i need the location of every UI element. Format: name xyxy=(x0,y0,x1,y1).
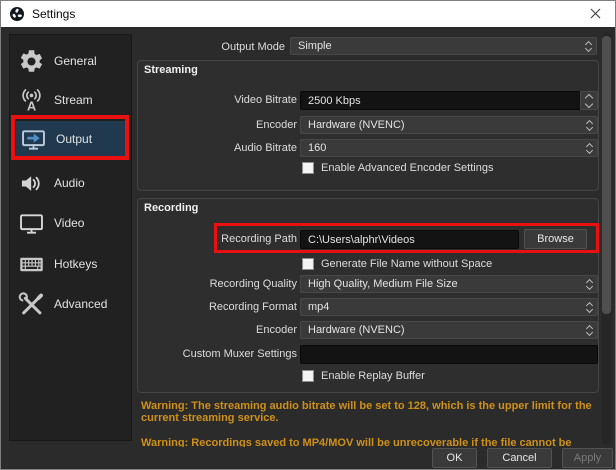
output-mode-dropdown[interactable]: Simple xyxy=(290,37,597,55)
chevron-updown-icon xyxy=(581,276,597,292)
streaming-group-title: Streaming xyxy=(144,64,198,76)
advanced-encoder-checkbox-label: Enable Advanced Encoder Settings xyxy=(321,162,493,174)
video-bitrate-label: Video Bitrate xyxy=(138,94,297,106)
sidebar-item-output[interactable]: Output xyxy=(16,121,129,157)
recording-format-dropdown[interactable]: mp4 xyxy=(300,298,598,316)
warnings-area: Warning: The streaming audio bitrate wil… xyxy=(141,400,599,447)
apply-button[interactable]: Apply xyxy=(562,448,613,468)
speaker-icon xyxy=(18,170,45,197)
scrollbar-thumb[interactable] xyxy=(602,36,611,314)
sidebar-item-advanced[interactable]: Advanced xyxy=(14,286,127,322)
sidebar: General A Stream Output Audio xyxy=(9,34,132,441)
stream-encoder-value: Hardware (NVENC) xyxy=(301,119,581,131)
audio-bitrate-dropdown[interactable]: 160 xyxy=(300,139,598,157)
scrollbar-track[interactable] xyxy=(602,32,611,445)
recording-group-title: Recording xyxy=(144,202,198,214)
video-bitrate-spinner[interactable] xyxy=(580,91,598,110)
chevron-updown-icon xyxy=(580,38,596,54)
sidebar-item-label: Output xyxy=(56,132,92,146)
chevron-updown-icon xyxy=(581,322,597,338)
chevron-updown-icon xyxy=(581,117,597,133)
streaming-group: Streaming Video Bitrate 2500 Kbps Encode… xyxy=(137,60,599,191)
settings-window: Settings General A Stream xyxy=(0,0,616,470)
output-mode-value: Simple xyxy=(291,40,580,52)
broadcast-antenna-icon: A xyxy=(18,87,45,114)
ok-button[interactable]: OK xyxy=(432,448,477,468)
window-title: Settings xyxy=(32,7,75,21)
warning-audio-bitrate: Warning: The streaming audio bitrate wil… xyxy=(141,400,599,424)
close-button[interactable] xyxy=(579,1,611,26)
obs-logo-icon xyxy=(9,6,25,22)
replay-buffer-checkbox-label: Enable Replay Buffer xyxy=(321,370,425,382)
advanced-encoder-checkbox[interactable] xyxy=(302,162,314,174)
gear-icon xyxy=(18,48,45,75)
sidebar-item-video[interactable]: Video xyxy=(14,205,127,241)
sidebar-item-audio[interactable]: Audio xyxy=(14,165,127,201)
monitor-icon xyxy=(18,210,45,237)
output-mode-label: Output Mode xyxy=(151,41,285,53)
tools-icon xyxy=(18,291,45,318)
close-icon xyxy=(590,8,601,19)
stream-encoder-dropdown[interactable]: Hardware (NVENC) xyxy=(300,116,598,134)
chevron-updown-icon xyxy=(581,140,597,156)
recording-format-label: Recording Format xyxy=(138,301,297,313)
video-bitrate-input[interactable]: 2500 Kbps xyxy=(300,91,581,110)
generate-filename-checkrow: Generate File Name without Space xyxy=(302,258,492,270)
generate-filename-checkbox[interactable] xyxy=(302,258,314,270)
recording-path-label: Recording Path xyxy=(138,233,297,245)
sidebar-item-label: Advanced xyxy=(54,297,107,311)
custom-muxer-label: Custom Muxer Settings xyxy=(138,348,297,360)
sidebar-item-label: Audio xyxy=(54,176,85,190)
browse-button[interactable]: Browse xyxy=(524,229,587,249)
recording-quality-label: Recording Quality xyxy=(138,278,297,290)
output-monitor-arrow-icon xyxy=(20,126,47,153)
keyboard-icon xyxy=(18,251,45,278)
recording-format-value: mp4 xyxy=(301,301,581,313)
stream-encoder-label: Encoder xyxy=(138,119,297,131)
recording-quality-dropdown[interactable]: High Quality, Medium File Size xyxy=(300,275,598,293)
replay-buffer-checkbox[interactable] xyxy=(302,370,314,382)
title-bar: Settings xyxy=(1,1,615,27)
warning-mp4-recovery: Warning: Recordings saved to MP4/MOV wil… xyxy=(141,437,599,447)
chevron-updown-icon xyxy=(581,299,597,315)
custom-muxer-input[interactable] xyxy=(300,345,598,364)
svg-text:A: A xyxy=(27,98,36,113)
replay-buffer-checkrow: Enable Replay Buffer xyxy=(302,370,425,382)
recording-encoder-label: Encoder xyxy=(138,324,297,336)
sidebar-item-label: Video xyxy=(54,216,84,230)
cancel-button[interactable]: Cancel xyxy=(487,448,552,468)
spinner-down-icon xyxy=(585,99,593,107)
recording-group: Recording Recording Path C:\Users\alphr\… xyxy=(137,198,599,393)
sidebar-item-label: General xyxy=(54,54,97,68)
audio-bitrate-label: Audio Bitrate xyxy=(138,142,297,154)
sidebar-item-stream[interactable]: A Stream xyxy=(14,82,127,118)
advanced-encoder-checkrow: Enable Advanced Encoder Settings xyxy=(302,162,493,174)
recording-encoder-value: Hardware (NVENC) xyxy=(301,324,581,336)
generate-filename-checkbox-label: Generate File Name without Space xyxy=(321,258,492,270)
sidebar-item-general[interactable]: General xyxy=(14,43,127,79)
sidebar-item-hotkeys[interactable]: Hotkeys xyxy=(14,246,127,282)
recording-quality-value: High Quality, Medium File Size xyxy=(301,278,581,290)
recording-path-input[interactable]: C:\Users\alphr\Videos xyxy=(300,230,519,249)
sidebar-item-label: Hotkeys xyxy=(54,257,97,271)
sidebar-item-label: Stream xyxy=(54,93,93,107)
recording-encoder-dropdown[interactable]: Hardware (NVENC) xyxy=(300,321,598,339)
audio-bitrate-value: 160 xyxy=(301,142,581,154)
